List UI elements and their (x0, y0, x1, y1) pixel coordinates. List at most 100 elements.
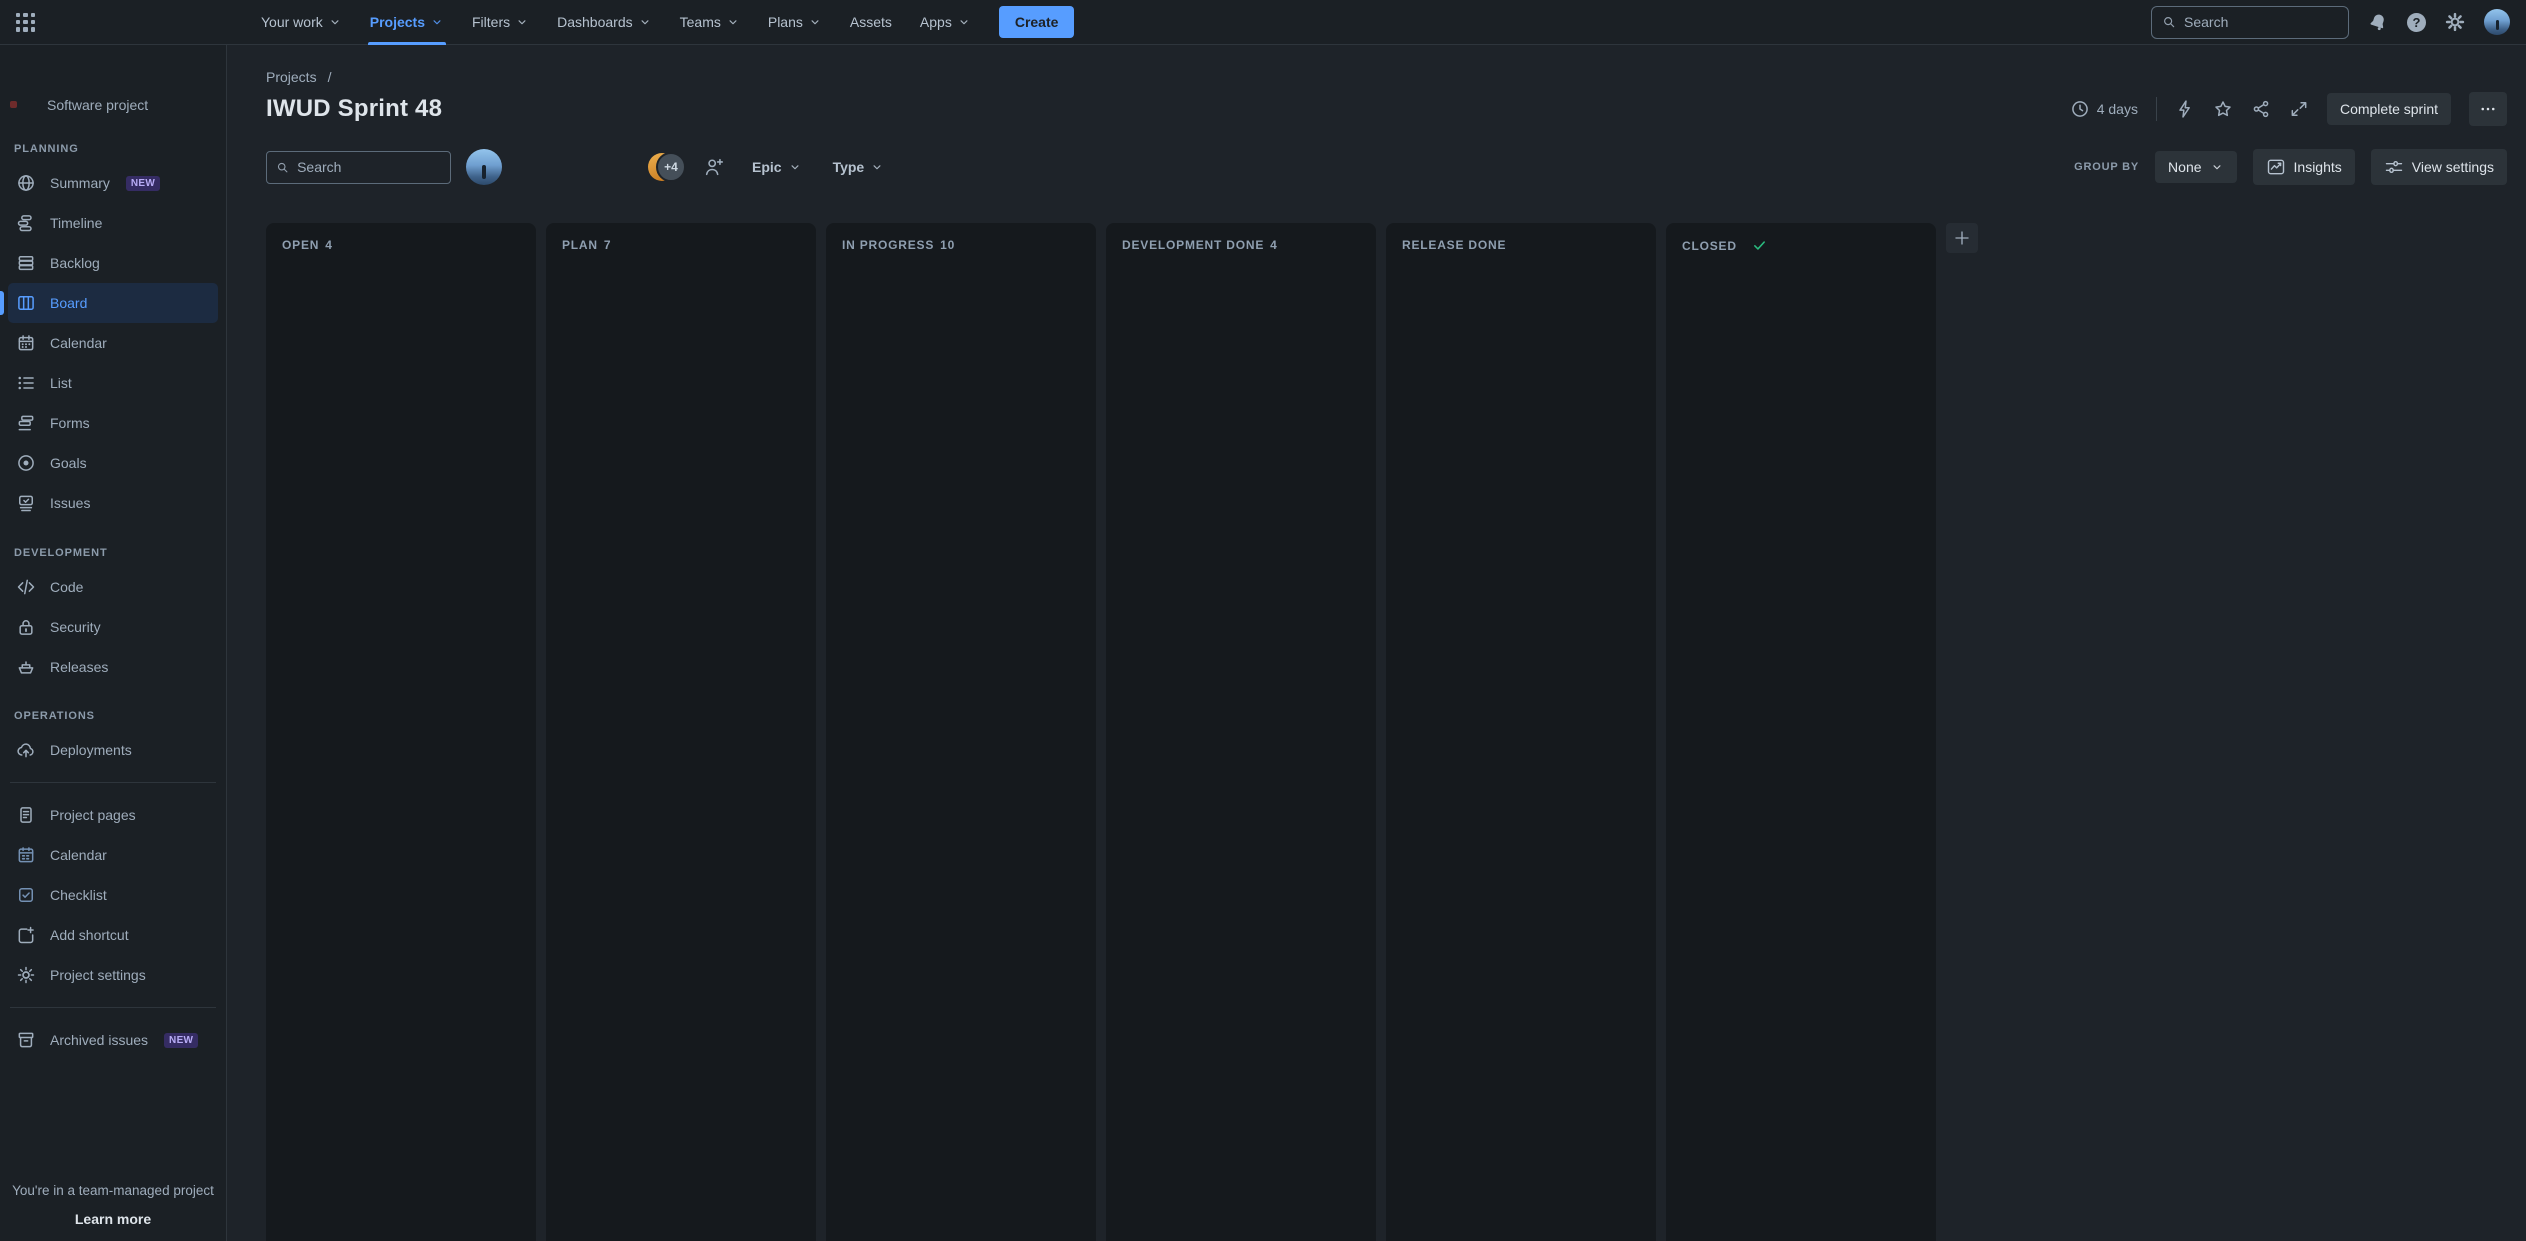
sprint-days-remaining[interactable]: 4 days (2070, 99, 2138, 119)
group-by-dropdown[interactable]: None (2155, 151, 2236, 183)
sidebar-item-archived-issues[interactable]: Archived issues NEW (8, 1020, 218, 1060)
sidebar-item-deployments[interactable]: Deployments (8, 730, 218, 770)
nav-item-label: Projects (370, 14, 425, 30)
lightning-bolt-icon (2175, 99, 2195, 119)
checkbox-icon (16, 885, 36, 905)
sidebar-item-security[interactable]: Security (8, 607, 218, 647)
forms-icon (16, 413, 36, 433)
board-column-in-progress: IN PROGRESS 10 (826, 223, 1096, 1241)
sidebar-item-backlog[interactable]: Backlog (8, 243, 218, 283)
sidebar-item-code[interactable]: Code (8, 567, 218, 607)
group-by-label: GROUP BY (2074, 161, 2139, 173)
sidebar-item-checklist-app[interactable]: Checklist (8, 875, 218, 915)
nav-item-teams[interactable]: Teams (666, 0, 754, 44)
sidebar-item-goals[interactable]: Goals (8, 443, 218, 483)
user-avatar[interactable] (2484, 9, 2510, 35)
learn-more-link[interactable]: Learn more (8, 1211, 218, 1227)
sidebar-item-calendar[interactable]: Calendar (8, 323, 218, 363)
column-title: CLOSED (1682, 239, 1737, 253)
new-badge: NEW (126, 176, 160, 191)
sidebar-item-label: Security (50, 619, 101, 635)
nav-item-label: Teams (680, 14, 721, 30)
sidebar-item-board[interactable]: Board (8, 283, 218, 323)
breadcrumb-separator: / (328, 69, 332, 85)
sidebar-item-forms[interactable]: Forms (8, 403, 218, 443)
sidebar-item-calendar-app[interactable]: Calendar (8, 835, 218, 875)
nav-item-your-work[interactable]: Your work (247, 0, 356, 44)
cloud-upload-icon (16, 740, 36, 760)
column-header: CLOSED (1682, 238, 1920, 253)
sidebar-item-releases[interactable]: Releases (8, 647, 218, 687)
more-actions-button[interactable] (2469, 92, 2507, 126)
nav-item-plans[interactable]: Plans (754, 0, 836, 44)
chevron-down-icon (2210, 160, 2224, 174)
breadcrumb: Projects / (266, 69, 2507, 85)
automation-button[interactable] (2175, 99, 2195, 119)
sidebar-item-timeline[interactable]: Timeline (8, 203, 218, 243)
sidebar-item-project-pages[interactable]: Project pages (8, 795, 218, 835)
column-count: 7 (604, 238, 611, 252)
add-column-button[interactable] (1946, 223, 1978, 253)
sidebar-item-label: Forms (50, 415, 90, 431)
breadcrumb-projects-link[interactable]: Projects (266, 69, 317, 85)
sidebar-divider (10, 782, 216, 783)
sidebar-item-project-settings[interactable]: Project settings (8, 955, 218, 995)
favorite-button[interactable] (2213, 99, 2233, 119)
nav-item-label: Assets (850, 14, 892, 30)
avatar-group: +4 (648, 152, 686, 182)
board-search[interactable] (266, 151, 451, 184)
project-header: Software project (8, 95, 218, 115)
complete-sprint-button[interactable]: Complete sprint (2327, 93, 2451, 125)
nav-item-assets[interactable]: Assets (836, 0, 906, 44)
notifications-bell-icon[interactable] (2368, 12, 2388, 32)
create-button[interactable]: Create (999, 6, 1075, 38)
column-header: IN PROGRESS 10 (842, 238, 1080, 252)
issues-icon (16, 493, 36, 513)
group-by-value: None (2168, 159, 2201, 175)
nav-item-label: Apps (920, 14, 952, 30)
ship-icon (16, 657, 36, 677)
epic-filter-dropdown[interactable]: Epic (752, 159, 802, 175)
chevron-down-icon (808, 15, 822, 29)
sidebar-item-label: Summary (50, 175, 110, 191)
board-column-release-done: RELEASE DONE (1386, 223, 1656, 1241)
sidebar-item-issues[interactable]: Issues (8, 483, 218, 523)
app-switcher-icon[interactable] (16, 13, 35, 32)
board-search-input[interactable] (297, 159, 441, 175)
document-icon (16, 805, 36, 825)
sidebar-item-label: Project pages (50, 807, 136, 823)
days-remaining-label: 4 days (2097, 101, 2138, 117)
nav-item-filters[interactable]: Filters (458, 0, 543, 44)
project-sidebar: Software project PLANNING Summary NEW Ti… (0, 45, 227, 1241)
board-column-plan: PLAN 7 (546, 223, 816, 1241)
plus-icon (1953, 229, 1971, 247)
nav-item-dashboards[interactable]: Dashboards (543, 0, 666, 44)
nav-item-label: Plans (768, 14, 803, 30)
nav-item-apps[interactable]: Apps (906, 0, 985, 44)
insights-button[interactable]: Insights (2253, 149, 2355, 185)
sidebar-item-label: Deployments (50, 742, 132, 758)
column-title: IN PROGRESS (842, 238, 934, 252)
help-icon[interactable]: ? (2407, 13, 2426, 32)
calendar-app-icon (16, 845, 36, 865)
fullscreen-button[interactable] (2289, 99, 2309, 119)
column-header: DEVELOPMENT DONE 4 (1122, 238, 1360, 252)
view-settings-button[interactable]: View settings (2371, 149, 2507, 185)
selected-indicator (0, 291, 4, 315)
sidebar-item-add-shortcut[interactable]: Add shortcut (8, 915, 218, 955)
sidebar-item-list[interactable]: List (8, 363, 218, 403)
share-button[interactable] (2251, 99, 2271, 119)
sidebar-item-summary[interactable]: Summary NEW (8, 163, 218, 203)
chevron-down-icon (788, 160, 802, 174)
global-search[interactable] (2151, 6, 2349, 39)
settings-gear-icon[interactable] (2445, 12, 2465, 32)
nav-item-projects[interactable]: Projects (356, 0, 458, 44)
type-filter-dropdown[interactable]: Type (833, 159, 885, 175)
avatar-overflow-count[interactable]: +4 (656, 152, 686, 182)
global-search-input[interactable] (2184, 14, 2338, 30)
assignee-avatar[interactable] (466, 149, 502, 185)
add-people-button[interactable] (703, 156, 725, 178)
board-column-open: OPEN 4 (266, 223, 536, 1241)
column-title: RELEASE DONE (1402, 238, 1506, 252)
sidebar-item-label: Backlog (50, 255, 100, 271)
